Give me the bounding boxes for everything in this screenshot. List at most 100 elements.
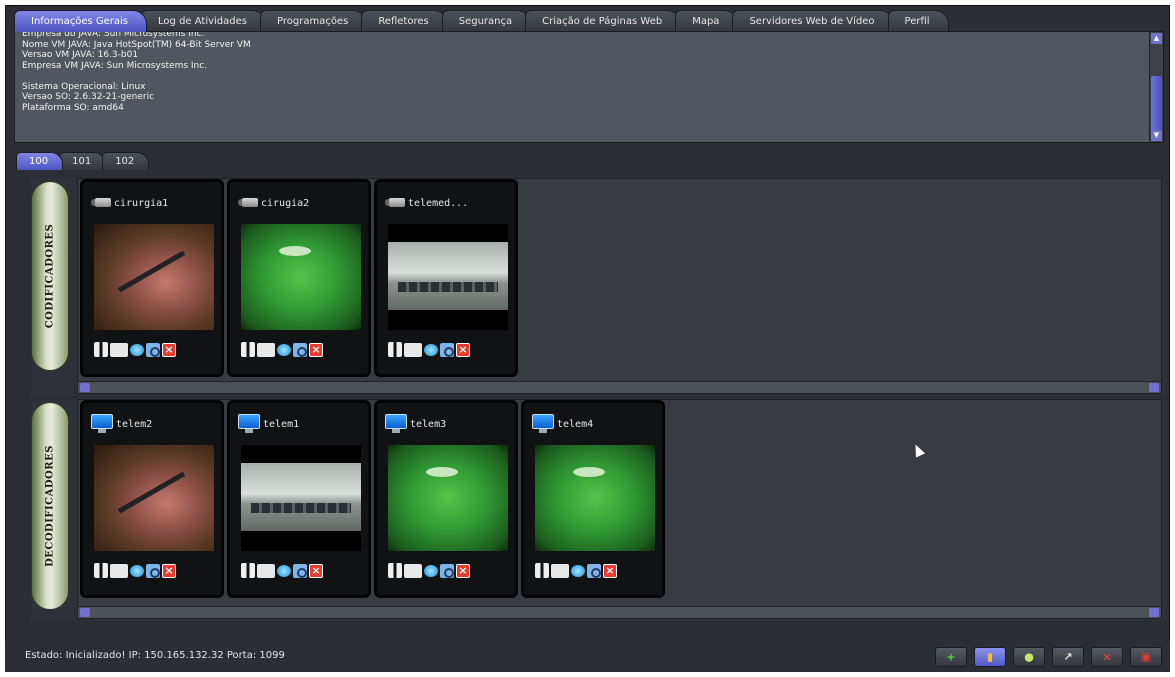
video-preview[interactable] — [388, 224, 508, 330]
device-controls: × — [535, 563, 619, 578]
device-header: telem2 — [91, 413, 152, 435]
device-header: telem4 — [532, 413, 593, 435]
record-icon[interactable] — [130, 564, 144, 577]
tab-refletores[interactable]: Refletores — [361, 10, 448, 32]
device-name: telem1 — [263, 418, 300, 430]
tab-group-100[interactable]: 100 — [16, 152, 64, 170]
delete-icon[interactable]: × — [456, 342, 470, 357]
add-button[interactable]: + — [935, 647, 967, 667]
tab-servidores-web-video[interactable]: Servidores Web de Vídeo — [732, 10, 894, 32]
arrow-icon: ↗ — [1063, 650, 1073, 664]
trash-button[interactable]: ▣ — [1130, 647, 1162, 667]
close-icon: × — [1102, 650, 1112, 664]
record-icon[interactable] — [571, 564, 585, 577]
pause-icon[interactable] — [241, 342, 255, 357]
tab-group-101[interactable]: 101 — [59, 152, 107, 170]
record-icon[interactable] — [277, 343, 291, 356]
decoders-section: DECODIFICADORES telem2 × telem1 × telem3… — [31, 399, 1166, 621]
settings-icon[interactable] — [146, 563, 160, 578]
device-card[interactable]: telem2 × — [80, 400, 224, 598]
settings-icon[interactable] — [440, 563, 454, 578]
video-preview[interactable] — [94, 445, 214, 551]
tab-seguranca[interactable]: Segurança — [441, 10, 532, 32]
device-card[interactable]: cirugia2 × — [227, 179, 371, 377]
scroll-left-icon[interactable] — [80, 383, 90, 392]
record-icon[interactable] — [424, 343, 438, 356]
record-icon[interactable] — [424, 564, 438, 577]
stop-icon[interactable] — [257, 563, 275, 578]
pause-icon[interactable] — [388, 342, 402, 357]
video-preview[interactable] — [241, 224, 361, 330]
encoders-panel: cirurgia1 × cirugia2 × telemed... × — [77, 178, 1162, 394]
pause-icon[interactable] — [535, 563, 549, 578]
video-preview[interactable] — [241, 445, 361, 551]
stop-icon[interactable] — [404, 563, 422, 578]
device-name: telem3 — [410, 418, 447, 430]
device-card[interactable]: telem1 × — [227, 400, 371, 598]
info-vertical-scrollbar[interactable]: ▲ ▼ — [1149, 32, 1163, 142]
decoders-horizontal-scrollbar[interactable] — [78, 606, 1161, 618]
device-header: cirurgia1 — [91, 192, 168, 214]
delete-icon[interactable]: × — [309, 563, 323, 578]
pause-icon[interactable] — [94, 563, 108, 578]
device-name: cirurgia1 — [114, 197, 169, 209]
scroll-thumb[interactable] — [1151, 76, 1162, 132]
record-icon[interactable] — [277, 564, 291, 577]
settings-icon[interactable] — [440, 342, 454, 357]
video-preview[interactable] — [94, 224, 214, 330]
device-name: telem4 — [557, 418, 594, 430]
scroll-left-icon[interactable] — [80, 608, 90, 617]
settings-icon[interactable] — [587, 563, 601, 578]
device-header: telem1 — [238, 413, 299, 435]
system-info-textarea[interactable]: Empresa do JAVA: Sun Microsystems Inc. N… — [14, 31, 1164, 143]
pause-icon[interactable] — [388, 563, 402, 578]
camera-icon — [385, 196, 405, 210]
encoders-horizontal-scrollbar[interactable] — [78, 381, 1161, 393]
stop-icon[interactable] — [404, 342, 422, 357]
record-icon[interactable] — [130, 343, 144, 356]
arrow-button[interactable]: ↗ — [1052, 647, 1084, 667]
scroll-right-icon[interactable] — [1149, 383, 1159, 392]
scroll-down-icon[interactable]: ▼ — [1151, 130, 1162, 141]
tab-criacao-paginas-web[interactable]: Criação de Páginas Web — [525, 10, 682, 32]
scroll-up-icon[interactable]: ▲ — [1151, 33, 1162, 44]
device-name: telemed... — [408, 197, 469, 209]
close-button[interactable]: × — [1091, 647, 1123, 667]
trash-icon: ▣ — [1140, 650, 1152, 664]
device-card[interactable]: telem4 × — [521, 400, 665, 598]
delete-icon[interactable]: × — [162, 563, 176, 578]
delete-icon[interactable]: × — [162, 342, 176, 357]
stop-icon[interactable] — [551, 563, 569, 578]
record-button[interactable]: ● — [1013, 647, 1045, 667]
delete-icon[interactable]: × — [456, 563, 470, 578]
group-tab-bar: 100 101 102 — [16, 152, 150, 170]
delete-icon[interactable]: × — [603, 563, 617, 578]
pause-icon[interactable] — [94, 342, 108, 357]
settings-icon[interactable] — [293, 563, 307, 578]
tab-perfil[interactable]: Perfil — [887, 10, 949, 32]
tab-log-de-atividades[interactable]: Log de Atividades — [141, 10, 266, 32]
folder-icon: ▮ — [986, 650, 994, 664]
delete-icon[interactable]: × — [309, 342, 323, 357]
pause-icon[interactable] — [241, 563, 255, 578]
device-card[interactable]: cirurgia1 × — [80, 179, 224, 377]
folder-button[interactable]: ▮ — [974, 647, 1006, 667]
stop-icon[interactable] — [110, 563, 128, 578]
settings-icon[interactable] — [146, 342, 160, 357]
scroll-right-icon[interactable] — [1149, 608, 1159, 617]
stop-icon[interactable] — [257, 342, 275, 357]
tab-group-102[interactable]: 102 — [102, 152, 150, 170]
stop-icon[interactable] — [110, 342, 128, 357]
record-icon: ● — [1024, 650, 1034, 664]
settings-icon[interactable] — [293, 342, 307, 357]
decoders-label: DECODIFICADORES — [44, 445, 56, 567]
video-preview[interactable] — [388, 445, 508, 551]
device-card[interactable]: telemed... × — [374, 179, 518, 377]
video-preview[interactable] — [535, 445, 655, 551]
tab-informacoes-gerais[interactable]: Informações Gerais — [14, 10, 148, 32]
tab-mapa[interactable]: Mapa — [675, 10, 739, 32]
device-card[interactable]: telem3 × — [374, 400, 518, 598]
device-controls: × — [241, 342, 325, 357]
monitor-icon — [385, 414, 407, 434]
tab-programacoes[interactable]: Programações — [260, 10, 368, 32]
